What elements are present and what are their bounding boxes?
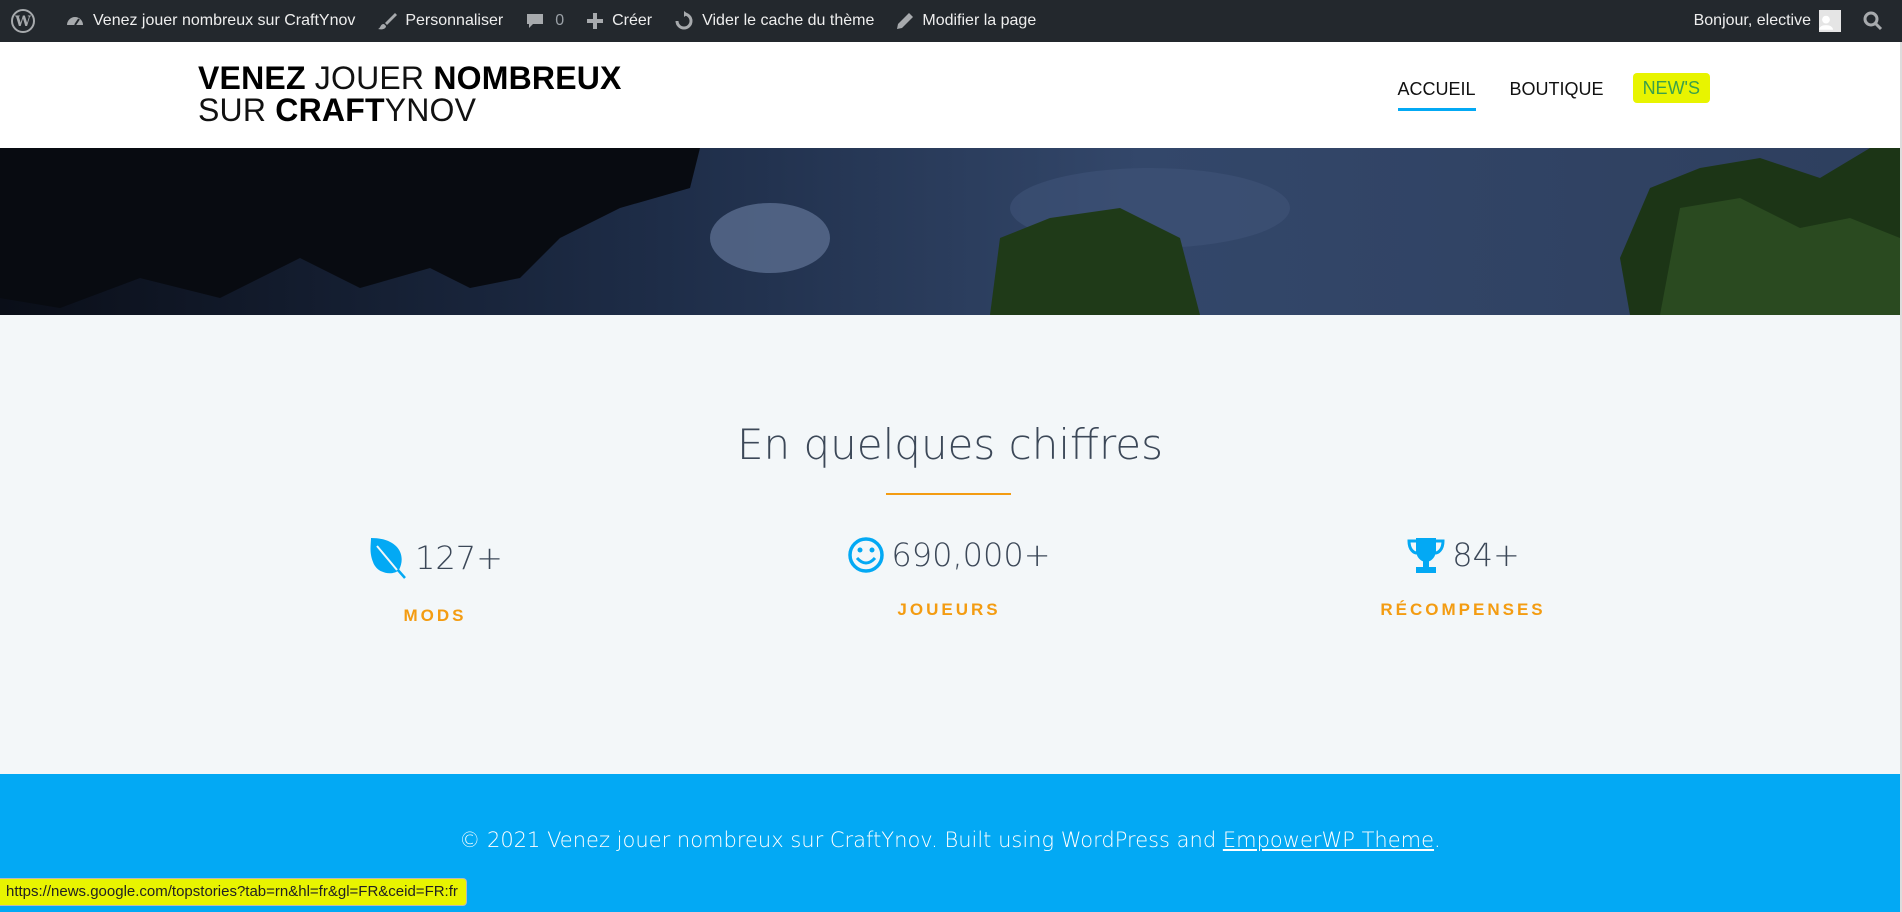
logo-word-craft: CRAFT [275, 92, 385, 128]
nav-item-accueil[interactable]: ACCUEIL [1381, 78, 1493, 111]
counter-recompenses-value: 84+ [1452, 536, 1520, 574]
counter-joueurs-value: 690,000+ [891, 536, 1051, 574]
site-name-link[interactable]: Venez jouer nombreux sur CraftYnov [54, 0, 366, 42]
plus-icon [587, 13, 604, 29]
edit-page-label: Modifier la page [922, 12, 1037, 29]
counter-mods-value: 127+ [415, 539, 503, 577]
counter-mods-label: MODS [403, 606, 467, 625]
avatar [1819, 10, 1841, 32]
logo-line-2: SUR CRAFTYNOV [198, 94, 622, 126]
clear-cache-label: Vider le cache du thème [702, 12, 875, 29]
new-content-link[interactable]: Créer [575, 0, 663, 42]
user-icon [1819, 15, 1833, 30]
clear-cache-link[interactable]: Vider le cache du thème [663, 0, 885, 42]
counters-title: En quelques chiffres [736, 420, 1164, 469]
footer-copyright: © 2021 Venez jouer nombreux sur CraftYno… [0, 828, 1900, 852]
site-name-label: Venez jouer nombreux sur CraftYnov [93, 12, 356, 29]
edit-page-link[interactable]: Modifier la page [885, 0, 1047, 42]
counter-joueurs-label: JOUEURS [897, 600, 1001, 619]
smile-icon [848, 537, 885, 573]
counter-joueurs: 690,000+ JOUEURS [769, 536, 1129, 620]
counter-recompenses: 84+ RÉCOMPENSES [1283, 536, 1643, 620]
dashboard-icon [67, 17, 83, 26]
logo-word-nombreux: NOMBREUX [433, 60, 622, 96]
hero-banner [0, 148, 1900, 315]
main-nav: ACCUEIL BOUTIQUE NEW'S [1381, 73, 1710, 111]
theme-link[interactable]: EmpowerWP Theme [1223, 828, 1434, 852]
site-logo[interactable]: VENEZ JOUER NOMBREUX SUR CRAFTYNOV [198, 62, 622, 126]
wordpress-icon: W [11, 9, 35, 33]
counter-recompenses-label: RÉCOMPENSES [1380, 600, 1546, 619]
trophy-icon [1407, 538, 1445, 573]
customize-label: Personnaliser [405, 12, 504, 29]
search-button[interactable] [1852, 0, 1902, 42]
comments-count: 0 [555, 12, 565, 29]
logo-line-1: VENEZ JOUER NOMBREUX [198, 62, 622, 94]
title-divider [886, 493, 1011, 495]
comment-icon [527, 14, 544, 28]
new-content-label: Créer [612, 12, 653, 29]
pencil-icon [897, 13, 914, 29]
leaf-icon [370, 538, 406, 579]
footer-suffix: . [1434, 828, 1441, 852]
wordpress-logo-button[interactable]: W [0, 0, 54, 42]
logo-word-ynov: YNOV [384, 92, 477, 128]
nav-item-boutique[interactable]: BOUTIQUE [1493, 78, 1621, 103]
admin-bar: W Venez jouer nombreux sur CraftYnov Per… [0, 0, 1902, 42]
search-icon [1863, 11, 1883, 31]
my-account-link[interactable]: Bonjour, elective [1683, 0, 1852, 42]
brush-icon [378, 13, 398, 30]
site-header: VENEZ JOUER NOMBREUX SUR CRAFTYNOV ACCUE… [0, 42, 1900, 148]
status-bar-url: https://news.google.com/topstories?tab=r… [0, 878, 467, 906]
refresh-icon [675, 11, 693, 30]
comments-link[interactable]: 0 [514, 0, 575, 42]
svg-text:W: W [14, 14, 31, 30]
logo-word-jouer: JOUER [305, 60, 434, 96]
greeting-label: Bonjour, elective [1693, 12, 1811, 29]
counter-mods: 127+ MODS [255, 536, 615, 626]
logo-word-sur: SUR [198, 92, 276, 128]
footer-text: © 2021 Venez jouer nombreux sur CraftYno… [459, 828, 1223, 852]
hero-background-image [0, 148, 1900, 315]
logo-word-venez: VENEZ [198, 60, 306, 96]
customize-link[interactable]: Personnaliser [366, 0, 514, 42]
nav-item-news[interactable]: NEW'S [1632, 73, 1710, 103]
